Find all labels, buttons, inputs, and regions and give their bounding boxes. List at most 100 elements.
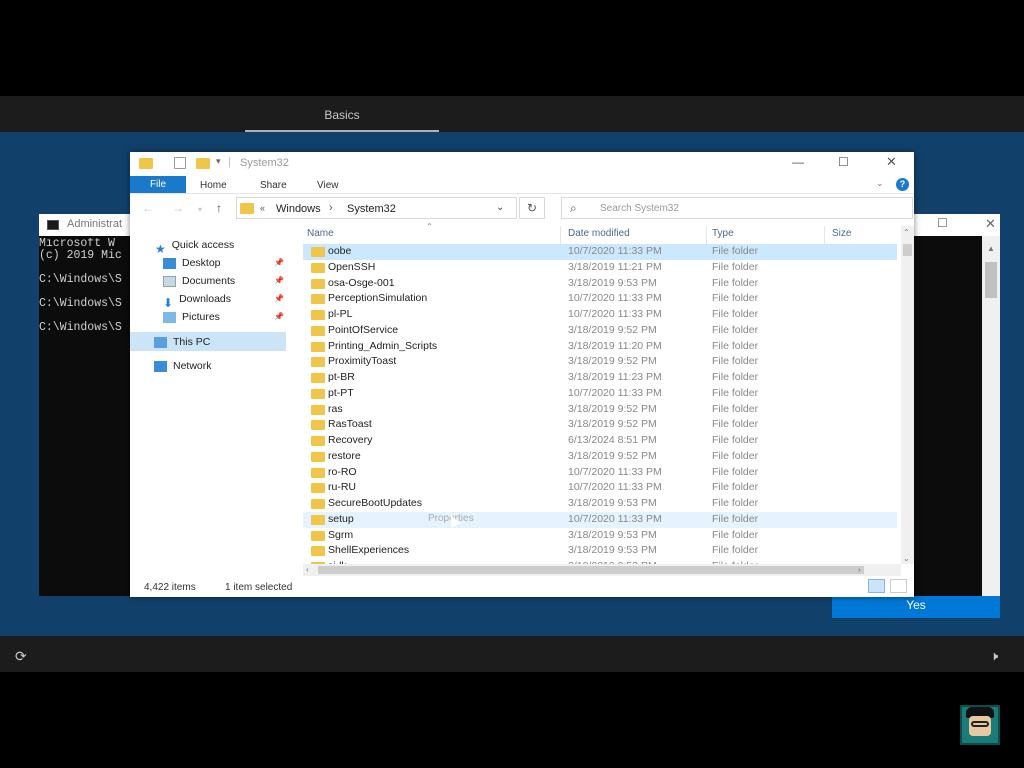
cmd-output[interactable]: Microsoft W (c) 2019 Mic C:\Windows\S C:… (39, 238, 131, 334)
help-icon[interactable]: ? (896, 178, 909, 191)
table-row[interactable]: PointOfService 3/18/2019 9:52 PM File fold… (303, 323, 897, 339)
table-row[interactable]: osa-Osge-001 3/18/2019 9:53 PM File folder (303, 276, 897, 292)
minimize-icon[interactable]: — (792, 155, 804, 169)
file-date: 3/18/2019 9:52 PM (568, 418, 657, 431)
table-row[interactable]: OpenSSH 3/18/2019 11:21 PM File folder (303, 260, 897, 276)
table-row[interactable]: pt-BR 3/18/2019 11:23 PM File folder (303, 370, 897, 386)
file-name: ShellExperiences (328, 544, 410, 557)
yes-button[interactable]: Yes (832, 594, 1000, 618)
table-row[interactable]: Printing_Admin_Scripts 3/18/2019 11:20 PM… (303, 339, 897, 355)
chevron-down-icon[interactable]: ⌄ (876, 178, 884, 189)
table-row[interactable]: oobe 10/7/2020 11:33 PM File folder (303, 244, 897, 260)
ease-of-access-icon[interactable]: ⟳ (15, 648, 27, 665)
scroll-up-icon[interactable]: ▲ (987, 244, 995, 253)
sidebar-item-desktop[interactable]: Desktop (163, 254, 221, 272)
pin-icon[interactable]: 📌 (274, 294, 284, 303)
scroll-left-icon[interactable]: ‹ (306, 565, 309, 574)
file-date: 3/18/2019 9:52 PM (568, 355, 657, 368)
tab-basics[interactable]: Basics (245, 96, 439, 132)
file-name: pt-BR (328, 371, 355, 383)
table-row[interactable]: ro-RO 10/7/2020 11:33 PM File folder (303, 465, 897, 481)
file-name: Printing_Admin_Scripts (328, 339, 438, 352)
file-name: restore (328, 449, 361, 462)
pin-icon[interactable]: 📌 (274, 258, 284, 267)
sidebar-item-downloads[interactable]: ⬇ Downloads (163, 290, 231, 310)
maximize-icon[interactable]: ☐ (937, 216, 948, 230)
scroll-right-icon[interactable]: › (858, 565, 861, 574)
column-header-date[interactable]: Date modified (568, 228, 630, 239)
back-arrow-icon[interactable]: ← (142, 201, 154, 215)
sidebar-item-quick-access[interactable]: ★ Quick access (155, 236, 234, 256)
file-name: OpenSSH (328, 260, 376, 273)
close-icon[interactable]: ✕ (886, 154, 897, 170)
folder-icon (311, 357, 325, 368)
table-row[interactable]: restore 3/18/2019 9:52 PM File folder (303, 449, 897, 465)
folder-icon (311, 325, 325, 336)
cmd-scroll-thumb[interactable] (985, 262, 997, 298)
table-row[interactable]: ras 3/18/2019 9:52 PM File folder (303, 402, 897, 418)
tab-share[interactable]: Share (260, 180, 287, 191)
sidebar-item-pictures[interactable]: Pictures (163, 308, 220, 326)
table-row[interactable]: ShellExperiences 3/18/2019 9:53 PM File fo… (303, 543, 897, 559)
scroll-up-icon[interactable]: ⌃ (903, 228, 910, 237)
folder-icon (311, 373, 325, 383)
new-folder-icon[interactable] (196, 158, 210, 169)
vertical-scrollbar[interactable] (901, 226, 914, 564)
table-row[interactable]: setup 10/7/2020 11:33 PM File folder (303, 511, 897, 528)
chevron-left-icon[interactable]: « (260, 203, 265, 213)
status-selected-count: 1 item selected (225, 582, 293, 593)
table-row[interactable]: pt-PT 10/7/2020 11:33 PM File folder (303, 386, 897, 402)
table-row[interactable]: ProximityToast 3/18/2019 9:52 PM File fold… (303, 354, 897, 370)
chevron-down-icon[interactable]: ▾ (198, 205, 202, 214)
sidebar-item-network[interactable]: Network (154, 357, 212, 375)
breadcrumb-windows[interactable]: Windows (276, 203, 321, 215)
table-row[interactable]: pl-PL 10/7/2020 11:33 PM File folder (303, 307, 897, 323)
pin-icon[interactable]: 📌 (274, 312, 284, 321)
file-date: 3/18/2019 9:53 PM (568, 528, 657, 541)
chevron-down-icon[interactable]: ▾ (216, 156, 221, 167)
sidebar-item-label: Network (173, 360, 212, 372)
scroll-thumb[interactable] (318, 566, 864, 574)
file-type: File folder (712, 497, 759, 509)
pin-icon[interactable]: 📌 (274, 276, 284, 285)
column-header-name[interactable]: Name (307, 228, 334, 239)
properties-icon[interactable] (174, 157, 186, 169)
table-row[interactable]: PerceptionSimulation 10/7/2020 11:33 PM Fi… (303, 291, 897, 307)
column-divider[interactable] (560, 226, 561, 244)
chevron-right-icon[interactable]: › (329, 202, 333, 214)
details-view-icon[interactable] (868, 579, 885, 593)
separator: | (228, 156, 231, 168)
file-explorer-window: ▾ | System32 — ☐ ✕ File Home Share View … (130, 152, 914, 597)
up-arrow-icon[interactable]: ↑ (216, 201, 222, 215)
tab-file[interactable]: File (130, 176, 186, 193)
large-icons-view-icon[interactable] (890, 579, 907, 593)
column-divider[interactable] (706, 226, 707, 244)
folder-icon (311, 388, 325, 399)
table-row[interactable]: ru-RU 10/7/2020 11:33 PM File folder (303, 480, 897, 496)
sidebar-item-this-pc[interactable]: This PC (154, 333, 210, 351)
table-row[interactable]: Recovery 6/13/2024 8:51 PM File folder (303, 433, 897, 449)
tab-home[interactable]: Home (200, 180, 227, 191)
scroll-down-icon[interactable]: ⌄ (903, 554, 910, 563)
table-row[interactable]: RasToast 3/18/2019 9:52 PM File folder (303, 417, 897, 433)
refresh-button[interactable]: ↻ (519, 197, 545, 219)
column-header-type[interactable]: Type (712, 228, 734, 239)
file-date: 10/7/2020 11:33 PM (568, 465, 662, 478)
close-icon[interactable]: ✕ (985, 216, 996, 232)
folder-icon (240, 203, 254, 214)
file-date: 3/18/2019 11:20 PM (568, 339, 662, 352)
volume-icon[interactable]: 🕨 (990, 648, 998, 664)
avatar-glasses (971, 721, 989, 727)
table-row[interactable]: SecureBootUpdates 3/18/2019 9:53 PM File f… (303, 496, 897, 512)
tab-view[interactable]: View (317, 180, 339, 191)
forward-arrow-icon[interactable]: → (172, 201, 184, 215)
breadcrumb-system32[interactable]: System32 (347, 203, 396, 215)
column-divider[interactable] (824, 226, 825, 244)
maximize-icon[interactable]: ☐ (838, 155, 849, 169)
chevron-down-icon[interactable]: ⌄ (496, 202, 504, 213)
sidebar-item-documents[interactable]: Documents (163, 272, 235, 290)
file-type: File folder (712, 402, 759, 415)
table-row[interactable]: Sgrm 3/18/2019 9:53 PM File folder (303, 528, 897, 544)
column-header-size[interactable]: Size (832, 228, 851, 239)
scroll-thumb[interactable] (903, 244, 912, 256)
